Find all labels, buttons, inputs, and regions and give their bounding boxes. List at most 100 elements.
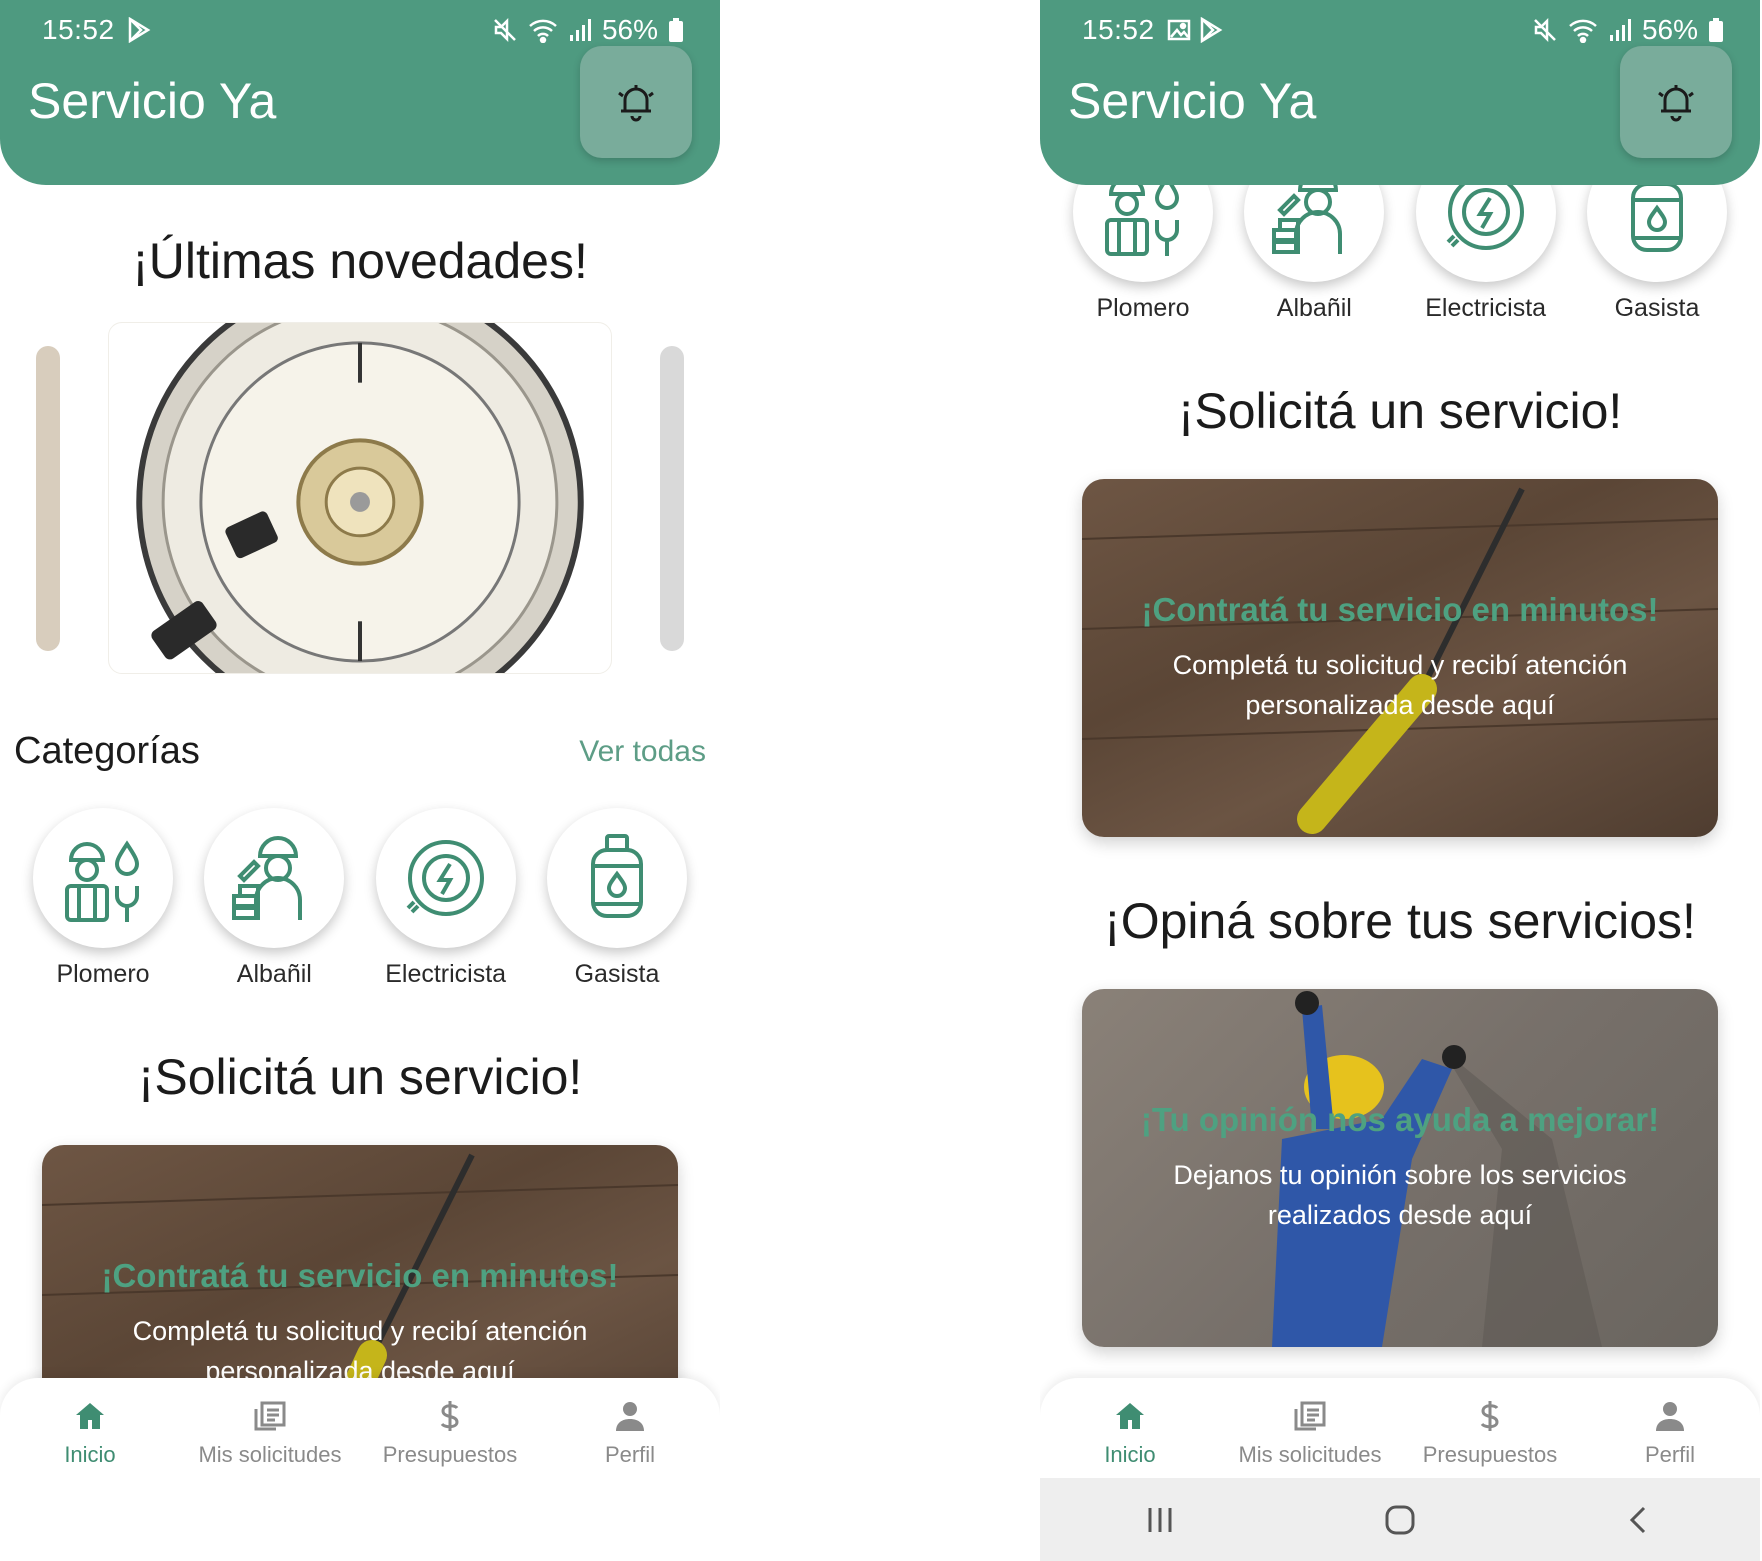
recents-icon[interactable]: [1144, 1504, 1176, 1536]
wifi-icon: [529, 19, 557, 43]
category-gas-fitter-label: Gasista: [1614, 294, 1700, 322]
category-gas-fitter-label: Gasista: [574, 960, 660, 988]
request-service-card-title: ¡Contratá tu servicio en minutos!: [1141, 591, 1659, 628]
gas-fitter-icon: [590, 834, 643, 918]
notifications-button[interactable]: [1620, 46, 1732, 158]
nav-perfil[interactable]: Perfil: [540, 1398, 720, 1468]
category-mason-label: Albañil: [1276, 294, 1352, 322]
categories-title: Categorías: [14, 730, 200, 772]
request-service-card-text: ¡Contratá tu servicio en minutos! Comple…: [1102, 479, 1698, 837]
category-plumber[interactable]: Plomero: [32, 808, 174, 989]
nav-mis-solicitudes-label: Mis solicitudes: [198, 1442, 342, 1467]
gallery-icon: [1167, 19, 1190, 41]
request-service-card-body: Completá tu solicitud y recibí atención …: [1172, 650, 1628, 720]
category-mason[interactable]: Albañil: [203, 808, 345, 989]
nav-inicio[interactable]: Inicio: [0, 1398, 180, 1468]
home-scroll-area-scrolled[interactable]: Plomero Albañil Electricista Gasista ¡So…: [1040, 0, 1760, 1380]
review-service-card[interactable]: ¡Tu opinión nos ayuda a mejorar! Dejanos…: [1082, 989, 1718, 1347]
request-service-card-text: ¡Contratá tu servicio en minutos! Comple…: [62, 1145, 658, 1380]
nav-presupuestos-label: Presupuestos: [1422, 1442, 1558, 1467]
phone-screen-home-top: ¡Últimas novedades! Categorías Ver todas: [0, 0, 720, 1561]
person-icon: [1656, 1402, 1684, 1431]
app-header: 15:52 56% Servicio Ya: [0, 0, 720, 185]
review-service-card-body: Dejanos tu opinión sobre los servicios r…: [1173, 1160, 1627, 1230]
category-mason-label: Albañil: [236, 960, 312, 988]
category-plumber-circle[interactable]: [33, 808, 173, 948]
status-time: 15:52: [42, 14, 115, 45]
home-icon: [1116, 1403, 1144, 1429]
battery-icon: [669, 18, 683, 42]
nav-perfil[interactable]: Perfil: [1580, 1398, 1760, 1468]
status-bar: 15:52 56%: [1082, 10, 1724, 50]
status-time: 15:52: [1082, 14, 1155, 45]
back-icon[interactable]: [1624, 1504, 1656, 1536]
status-bar: 15:52 56%: [42, 10, 684, 50]
request-service-card-body: Completá tu solicitud y recibí atención …: [132, 1316, 588, 1380]
battery-percentage: 56%: [1641, 14, 1698, 45]
nav-perfil-label: Perfil: [1644, 1442, 1696, 1467]
request-service-card[interactable]: ¡Contratá tu servicio en minutos! Comple…: [1082, 479, 1718, 837]
person-icon: [616, 1402, 644, 1431]
carousel-card-previous[interactable]: [36, 346, 60, 651]
battery-percentage: 56%: [601, 14, 658, 45]
see-all-categories-link[interactable]: Ver todas: [579, 735, 706, 769]
nav-mis-solicitudes[interactable]: Mis solicitudes: [180, 1398, 360, 1468]
requests-icon: [1294, 1401, 1326, 1431]
nav-inicio[interactable]: Inicio: [1040, 1398, 1220, 1468]
play-store-icon: [128, 17, 150, 43]
nav-presupuestos[interactable]: Presupuestos: [1400, 1398, 1580, 1468]
app-header: 15:52 56% Servicio Ya: [1040, 0, 1760, 185]
category-gas-fitter-circle[interactable]: [546, 808, 687, 948]
review-service-card-text: ¡Tu opinión nos ayuda a mejorar! Dejanos…: [1102, 989, 1698, 1347]
category-mason-circle[interactable]: [204, 808, 345, 948]
review-service-card-title: ¡Tu opinión nos ayuda a mejorar!: [1140, 1101, 1660, 1138]
bottom-navigation: Inicio Mis solicitudes Presupuestos Perf…: [0, 1378, 720, 1561]
signal-icon: [569, 19, 591, 41]
signal-icon: [1609, 19, 1631, 41]
request-service-card[interactable]: ¡Contratá tu servicio en minutos! Comple…: [42, 1145, 678, 1380]
carousel-card-current[interactable]: [108, 322, 612, 674]
category-electrician-label: Electricista: [385, 960, 507, 988]
bell-icon: [1658, 85, 1694, 122]
request-service-heading: ¡Solicitá un servicio!: [137, 1049, 583, 1105]
category-electrician[interactable]: Electricista: [375, 808, 517, 989]
category-plumber-label: Plomero: [1096, 294, 1190, 322]
system-navigation-bar: [1040, 1478, 1760, 1561]
category-electrician-label: Electricista: [1425, 294, 1547, 322]
mute-icon: [1534, 17, 1556, 43]
home-circle-icon[interactable]: [1384, 1504, 1416, 1536]
nav-perfil-label: Perfil: [604, 1442, 656, 1467]
category-electrician-circle[interactable]: [375, 808, 516, 948]
app-title: Servicio Ya: [1068, 73, 1317, 129]
home-icon: [76, 1403, 104, 1429]
dollar-icon: [1480, 1401, 1499, 1431]
category-plumber-label: Plomero: [56, 960, 150, 988]
wifi-icon: [1569, 19, 1597, 43]
nav-presupuestos-label: Presupuestos: [382, 1442, 518, 1467]
request-service-heading: ¡Solicitá un servicio!: [1177, 383, 1623, 439]
news-heading: ¡Últimas novedades!: [132, 233, 588, 289]
bell-icon: [618, 85, 654, 122]
nav-presupuestos[interactable]: Presupuestos: [360, 1398, 540, 1468]
notifications-button[interactable]: [580, 46, 692, 158]
dollar-icon: [440, 1401, 459, 1431]
categories-header: Categorías Ver todas: [14, 730, 706, 773]
category-gas-fitter[interactable]: Gasista: [546, 808, 688, 989]
mute-icon: [494, 17, 516, 43]
phone-screen-home-scrolled: Plomero Albañil Electricista Gasista ¡So…: [1040, 0, 1760, 1561]
requests-icon: [254, 1401, 286, 1431]
app-title: Servicio Ya: [28, 73, 277, 129]
battery-icon: [1709, 18, 1723, 42]
play-store-icon: [1200, 17, 1222, 43]
mason-icon: [232, 836, 303, 920]
nav-inicio-label: Inicio: [1104, 1442, 1156, 1467]
nav-mis-solicitudes[interactable]: Mis solicitudes: [1220, 1398, 1400, 1468]
nav-mis-solicitudes-label: Mis solicitudes: [1238, 1442, 1382, 1467]
request-service-card-title: ¡Contratá tu servicio en minutos!: [101, 1257, 619, 1294]
plumber-icon: [65, 840, 140, 922]
category-row: Plomero Albañil Electricista Gasista: [32, 808, 688, 989]
carousel-card-next[interactable]: [660, 346, 684, 651]
review-service-heading: ¡Opiná sobre tus servicios!: [1104, 893, 1696, 949]
electrician-icon: [406, 840, 484, 916]
home-scroll-area[interactable]: ¡Últimas novedades! Categorías Ver todas: [0, 0, 720, 1380]
